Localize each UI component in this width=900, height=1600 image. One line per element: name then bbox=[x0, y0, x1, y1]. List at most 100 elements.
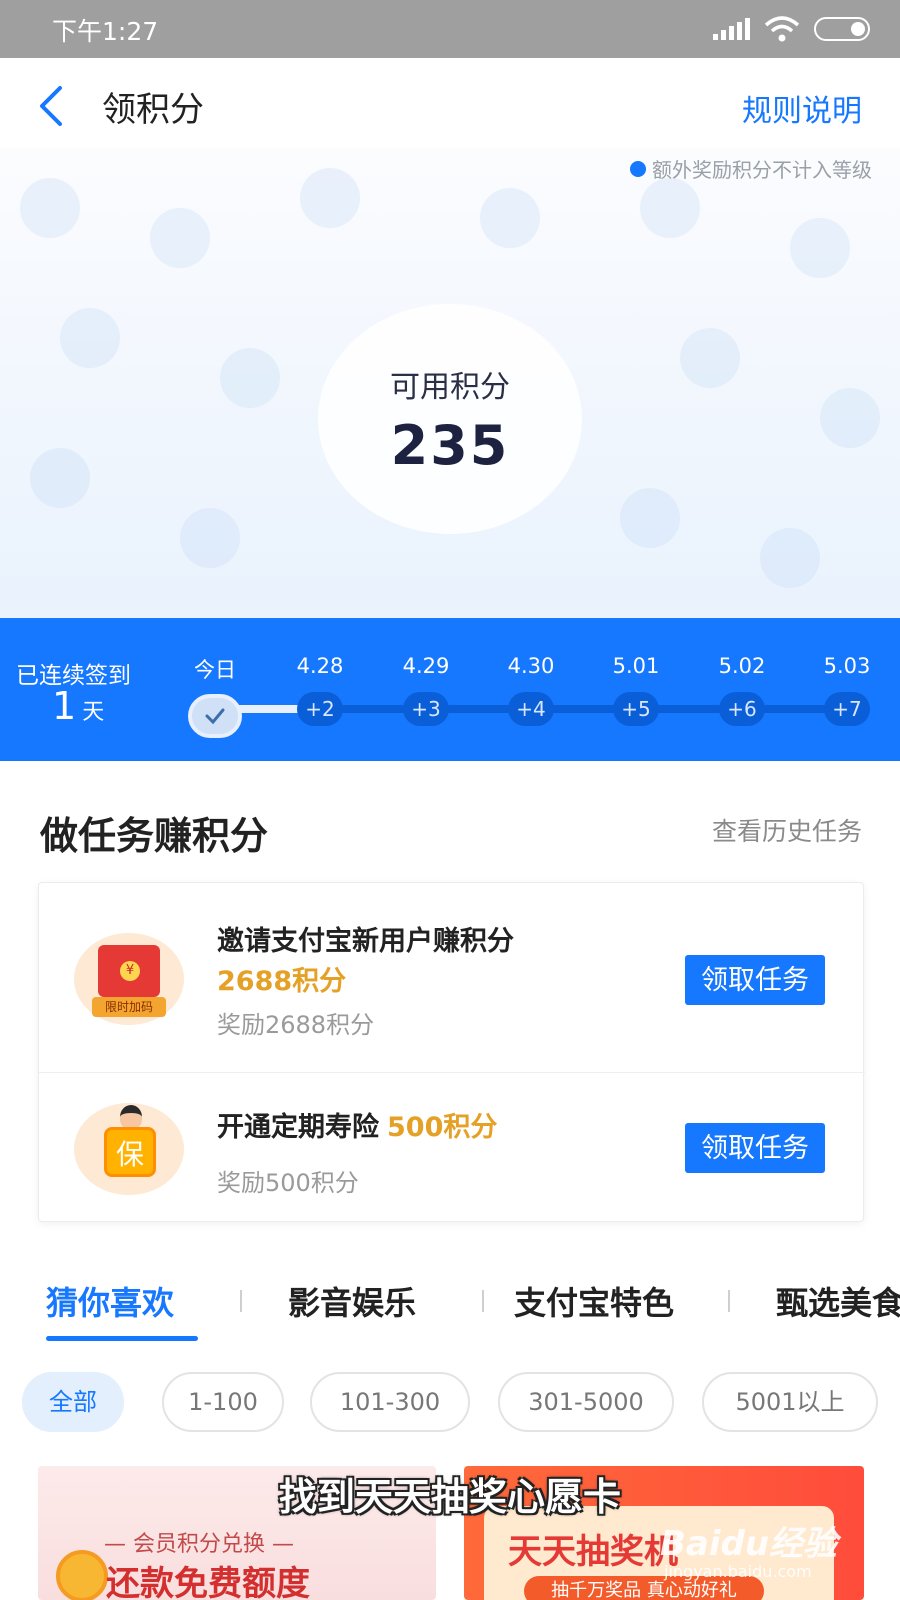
sign-in-day: 5.03 +7 bbox=[807, 654, 887, 726]
sign-in-day-reward: +5 bbox=[613, 692, 659, 726]
envelope-shape bbox=[98, 945, 160, 997]
decor-shape bbox=[620, 488, 680, 548]
task-reward: 奖励2688积分 bbox=[217, 1011, 375, 1039]
rules-link[interactable]: 规则说明 bbox=[742, 86, 862, 130]
sign-in-day-date: 5.02 bbox=[718, 654, 766, 678]
decor-shape bbox=[20, 178, 80, 238]
decor-shape bbox=[60, 308, 120, 368]
decor-shape bbox=[480, 188, 540, 248]
sign-in-day-date: 4.30 bbox=[507, 654, 555, 678]
sign-in-band: 已连续签到 1天 今日 4.28 +2 4.29 +3 4.30 +4 5.01… bbox=[0, 618, 900, 761]
decor-shape bbox=[680, 328, 740, 388]
filter-301-5000[interactable]: 301-5000 bbox=[498, 1372, 674, 1432]
points-hero: 额外奖励积分不计入等级 可用积分 235 bbox=[0, 148, 900, 618]
sign-in-day: 4.28 +2 bbox=[280, 654, 360, 726]
task-name: 邀请支付宝新用户赚积分 bbox=[217, 926, 514, 957]
back-arrow-icon[interactable] bbox=[34, 84, 70, 128]
points-filter-chips: 全部 1-100 101-300 301-5000 5001以上 bbox=[0, 1372, 900, 1432]
task-icon-badge: 保 bbox=[104, 1127, 156, 1177]
sign-in-day: 今日 bbox=[175, 654, 255, 738]
tab-divider bbox=[482, 1290, 484, 1312]
signal-icon bbox=[713, 18, 750, 40]
status-icons bbox=[713, 14, 870, 44]
sign-in-day-unit: 天 bbox=[82, 700, 105, 725]
tab-alipay-special[interactable]: 支付宝特色 bbox=[514, 1278, 674, 1324]
sign-in-day-reward: +7 bbox=[824, 692, 870, 726]
extra-reward-note: 额外奖励积分不计入等级 bbox=[630, 154, 872, 183]
sign-in-day-count: 1 bbox=[52, 684, 77, 728]
checked-day-mark bbox=[188, 694, 242, 738]
decor-shape bbox=[150, 208, 210, 268]
task-points: 2688积分 bbox=[217, 966, 347, 997]
task-name-text: 开通定期寿险 bbox=[217, 1112, 379, 1143]
banner-title: 天天抽奖机 bbox=[508, 1532, 678, 1572]
page-header: 领积分 规则说明 bbox=[0, 58, 900, 148]
task-name: 开通定期寿险 500积分 bbox=[217, 1105, 497, 1144]
status-time: 下午1:27 bbox=[52, 17, 159, 46]
baidu-watermark: Baidu经验 jingyan.baidu.com bbox=[660, 1516, 860, 1590]
decor-shape bbox=[640, 178, 700, 238]
sign-in-day-date: 4.29 bbox=[402, 654, 450, 678]
sign-in-day-date: 今日 bbox=[194, 658, 236, 682]
sign-in-day: 4.29 +3 bbox=[386, 654, 466, 726]
tasks-section-title: 做任务赚积分 bbox=[40, 814, 269, 858]
active-tab-indicator bbox=[46, 1336, 198, 1341]
category-tabs: 猜你喜欢 影音娱乐 支付宝特色 甄选美食 bbox=[0, 1278, 900, 1338]
decor-shape bbox=[30, 448, 90, 508]
tab-food[interactable]: 甄选美食 bbox=[776, 1278, 900, 1324]
tab-divider bbox=[728, 1290, 730, 1312]
filter-1-100[interactable]: 1-100 bbox=[162, 1372, 284, 1432]
claim-task-button[interactable]: 领取任务 bbox=[685, 1123, 825, 1173]
sign-in-days: 1天 bbox=[52, 684, 104, 728]
extra-reward-note-text: 额外奖励积分不计入等级 bbox=[652, 158, 872, 182]
sign-in-day-date: 4.28 bbox=[296, 654, 344, 678]
decor-shape bbox=[820, 388, 880, 448]
info-dot-icon bbox=[630, 160, 646, 177]
decor-shape bbox=[300, 168, 360, 228]
sign-in-day: 5.02 +6 bbox=[702, 654, 782, 726]
sign-in-day-reward: +3 bbox=[403, 692, 449, 726]
filter-all[interactable]: 全部 bbox=[22, 1372, 124, 1432]
watermark-url: jingyan.baidu.com bbox=[664, 1562, 812, 1581]
points-label: 可用积分 bbox=[390, 370, 510, 405]
task-item: 限时加码 邀请支付宝新用户赚积分 2688积分 奖励2688积分 领取任务 bbox=[39, 883, 865, 1073]
decor-shape bbox=[220, 348, 280, 408]
decor-shape bbox=[760, 528, 820, 588]
page-title: 领积分 bbox=[102, 90, 204, 130]
filter-101-300[interactable]: 101-300 bbox=[310, 1372, 470, 1432]
status-bar: 下午1:27 bbox=[0, 0, 900, 58]
task-points: 500积分 bbox=[387, 1112, 498, 1143]
banner-title: 还款免费额度 bbox=[106, 1564, 310, 1600]
task-list: 限时加码 邀请支付宝新用户赚积分 2688积分 奖励2688积分 领取任务 保 … bbox=[38, 882, 865, 1223]
sign-in-day-date: 5.03 bbox=[823, 654, 871, 678]
red-envelope-icon: 限时加码 bbox=[74, 933, 184, 1025]
tab-divider bbox=[240, 1290, 242, 1312]
task-icon-badge: 限时加码 bbox=[92, 997, 166, 1017]
coin-icon bbox=[56, 1550, 108, 1600]
sign-in-day-reward: +2 bbox=[297, 692, 343, 726]
sign-in-day: 4.30 +4 bbox=[491, 654, 571, 726]
person-figure bbox=[120, 1105, 142, 1129]
sign-in-day-date: 5.01 bbox=[612, 654, 660, 678]
battery-icon bbox=[814, 17, 870, 41]
check-icon bbox=[205, 708, 225, 725]
sign-in-day-reward: +6 bbox=[719, 692, 765, 726]
claim-task-button[interactable]: 领取任务 bbox=[685, 955, 825, 1005]
insurance-icon: 保 bbox=[74, 1103, 184, 1195]
filter-5001-plus[interactable]: 5001以上 bbox=[702, 1372, 878, 1432]
watermark-logo: Baidu经验 bbox=[660, 1524, 838, 1564]
points-circle: 可用积分 235 bbox=[318, 304, 582, 534]
task-reward: 奖励500积分 bbox=[217, 1169, 359, 1197]
decor-shape bbox=[180, 508, 240, 568]
banner-subtitle: — 会员积分兑换 — bbox=[104, 1532, 294, 1557]
history-tasks-link[interactable]: 查看历史任务 bbox=[712, 812, 862, 848]
tab-entertainment[interactable]: 影音娱乐 bbox=[288, 1278, 416, 1324]
video-caption: 找到天天抽奖心愿卡 bbox=[278, 1475, 621, 1519]
task-item: 保 开通定期寿险 500积分 奖励500积分 领取任务 bbox=[39, 1073, 865, 1223]
wifi-icon bbox=[764, 16, 800, 42]
sign-in-day-reward: +4 bbox=[508, 692, 554, 726]
points-value: 235 bbox=[390, 414, 510, 477]
decor-shape bbox=[790, 218, 850, 278]
tab-guess-you-like[interactable]: 猜你喜欢 bbox=[46, 1278, 174, 1324]
sign-in-day: 5.01 +5 bbox=[596, 654, 676, 726]
